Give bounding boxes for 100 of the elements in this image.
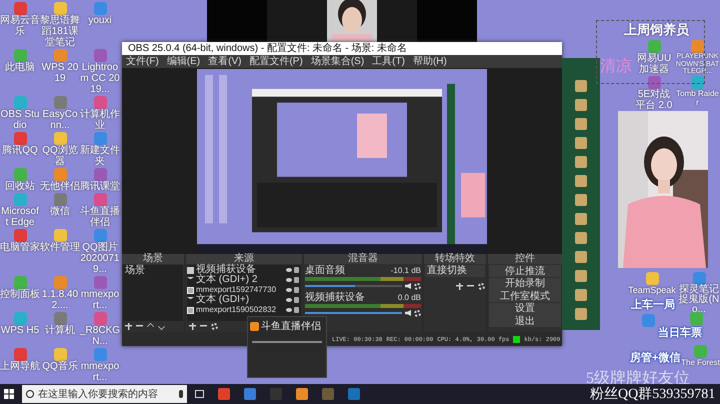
start-icon[interactable] [4,389,14,399]
app-icon[interactable] [54,49,66,62]
shortcut-label[interactable]: 腾讯QQ [2,145,38,156]
shortcut-label[interactable]: 控制面板 [0,289,40,300]
app-icon[interactable] [14,49,26,62]
shortcut-label[interactable]: 上网导航 [0,361,40,372]
avatar-icon[interactable] [575,213,587,225]
avatar-icon[interactable] [575,308,587,320]
app-icon[interactable] [94,49,106,62]
app-icon[interactable] [54,96,66,109]
shortcut-label[interactable]: 计算机 [45,325,75,336]
app-icon[interactable] [54,132,66,145]
app-icon[interactable] [648,40,660,53]
app-icon[interactable] [94,132,106,145]
add-icon[interactable] [189,322,196,330]
avatar-icon[interactable] [575,156,587,168]
avatar-icon[interactable] [575,118,587,130]
app-icon[interactable] [646,272,658,285]
shortcut-label[interactable]: QQ音乐 [42,361,78,372]
shortcut-label[interactable]: 电脑管家 [0,242,40,253]
taskbar-app-icon[interactable] [296,388,308,400]
app-icon[interactable] [14,96,26,109]
taskbar-app-icon[interactable] [218,388,230,400]
transition-select[interactable]: 直接切换 [425,265,485,277]
avatar-icon[interactable] [575,80,587,92]
app-icon[interactable] [54,229,66,242]
app-icon[interactable] [94,193,106,206]
shortcut-label[interactable]: 1.1.8.402.... [40,289,80,311]
app-icon[interactable] [94,312,106,325]
speaker-icon[interactable] [405,283,411,289]
menu-item[interactable]: 帮助(H) [412,55,447,68]
shortcut-label[interactable]: 新建文件夹 [80,145,120,167]
avatar-icon[interactable] [575,175,587,187]
settings-icon[interactable] [478,282,485,290]
app-icon[interactable] [54,2,66,15]
app-icon[interactable] [648,76,660,88]
add-icon[interactable] [125,322,132,330]
shortcut-label[interactable]: 网易UU加速器 [633,53,675,75]
app-icon[interactable] [14,193,26,206]
source-item[interactable]: 文本 (GDI+) [196,295,284,305]
app-icon[interactable] [94,229,106,242]
shortcut-label[interactable]: OBS Studio [0,109,40,131]
control-button[interactable]: 开始录制 [489,278,561,290]
app-icon[interactable] [14,132,26,145]
control-button[interactable]: 停止推流 [489,265,561,277]
shortcut-label[interactable]: 腾讯课堂 [80,181,120,192]
app-icon[interactable] [94,276,106,289]
task-view-icon[interactable] [195,390,204,398]
shortcut-label[interactable]: 微信 [50,206,70,217]
shortcut-label[interactable]: EasyConn... [40,109,80,131]
app-icon[interactable] [14,168,26,181]
app-icon[interactable] [692,272,706,285]
avatar-icon[interactable] [575,137,587,149]
app-icon[interactable] [691,40,704,53]
app-icon[interactable] [14,348,26,361]
app-icon[interactable] [94,96,106,109]
shortcut-label[interactable]: 无他伴侣 [40,181,80,192]
source-item[interactable]: mmexport1592747730 [196,285,284,295]
avatar-icon[interactable] [575,289,587,301]
app-icon[interactable] [54,312,66,325]
menu-item[interactable]: 场景集合(S) [310,55,364,68]
avatar-icon[interactable] [575,99,587,111]
shortcut-label[interactable]: 网易云音乐 [0,15,40,37]
app-icon[interactable] [690,312,703,325]
shortcut-label[interactable]: 黎思语舞蹈181课堂笔记 [40,15,80,48]
shortcut-label[interactable]: _R8CKGN... [80,325,120,347]
source-item[interactable]: mmexport1590502832 [196,305,284,315]
shortcut-label[interactable]: QQ浏览器 [40,145,80,167]
avatar-icon[interactable] [575,232,587,244]
taskbar-app-icon[interactable] [322,388,334,400]
shortcut-label[interactable]: 此电脑 [5,62,35,73]
control-button[interactable]: 设置 [489,302,561,314]
settings-icon[interactable] [414,310,421,316]
avatar-icon[interactable] [575,270,587,282]
menu-item[interactable]: 文件(F) [126,55,159,68]
shortcut-label[interactable]: QQ图片20200719... [80,242,120,275]
shortcut-label[interactable]: 探灵笔记捉鬼版(No... [678,285,720,315]
shortcut-label[interactable]: The Forest [681,358,720,367]
scene-item[interactable]: 场景 [123,265,183,276]
shortcut-label[interactable]: WPS H5 [0,325,40,336]
speaker-icon[interactable] [405,310,411,316]
shortcut-label[interactable]: 计算机作业 [80,109,120,131]
control-button[interactable]: 退出 [489,315,561,327]
taskbar-app-icon[interactable] [244,388,256,400]
shortcut-label[interactable]: 软件管理 [40,242,80,253]
app-icon[interactable] [14,229,26,242]
menu-item[interactable]: 配置文件(P) [249,55,303,68]
app-icon[interactable] [14,276,26,289]
app-icon[interactable] [14,2,26,15]
menu-item[interactable]: 编辑(E) [166,55,200,68]
app-icon[interactable] [94,168,106,181]
app-icon[interactable] [54,168,66,181]
source-item[interactable]: 文本 (GDI+) 2 [196,275,284,285]
shortcut-label[interactable]: mmexport... [80,289,120,311]
shortcut-label[interactable]: WPS 2019 [40,62,80,84]
shortcut-label[interactable]: Tomb Raider [675,88,720,106]
add-icon[interactable] [456,282,463,290]
shortcut-label[interactable]: Lightroom CC 2019... [80,62,120,95]
shortcut-label[interactable]: 回收站 [5,181,35,192]
settings-icon[interactable] [414,282,421,290]
